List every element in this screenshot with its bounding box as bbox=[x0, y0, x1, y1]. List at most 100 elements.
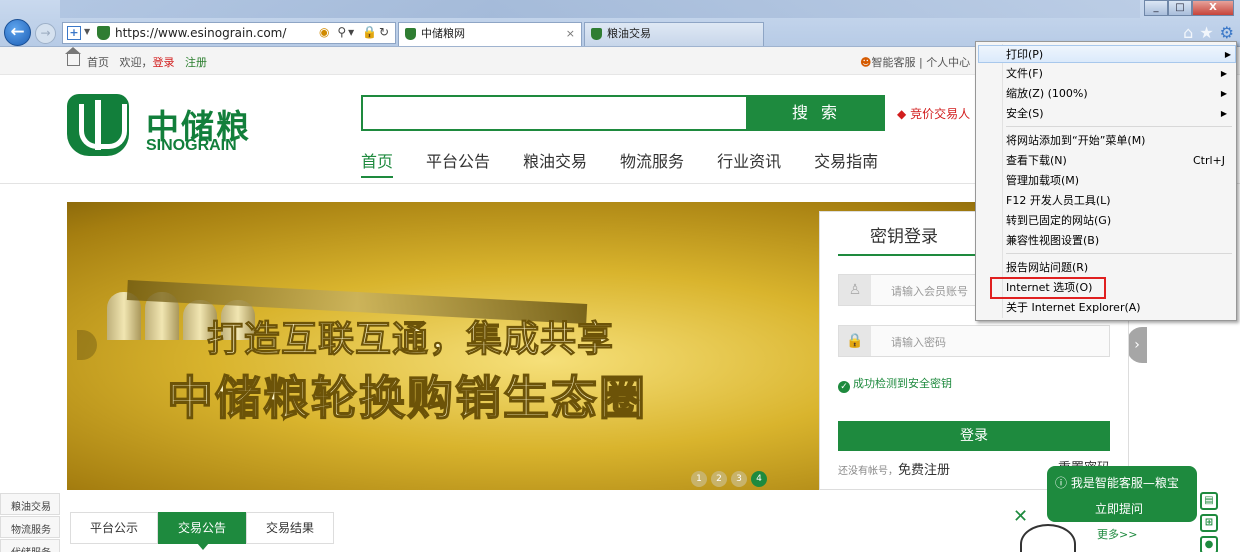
free-register-link[interactable]: 免费注册 bbox=[898, 463, 950, 478]
banner-subheadline: 中储粮轮换购销生态圈 bbox=[166, 370, 647, 426]
lock-icon[interactable]: 🔒 bbox=[362, 25, 379, 39]
menu-separator bbox=[1006, 253, 1232, 254]
menu-item-manage-addons[interactable]: 管理加载项(M) bbox=[1006, 172, 1231, 190]
side-item-grain-trade[interactable]: 粮油交易 bbox=[0, 493, 60, 515]
menu-item-file[interactable]: 文件(F) ▶ bbox=[1006, 65, 1231, 83]
service-link[interactable]: 智能客服 bbox=[871, 56, 915, 69]
address-bar[interactable]: + ▼ https://www.esinograin.com/ ◉ ⚲▾ 🔒↻ bbox=[62, 22, 396, 44]
tab-sinograin[interactable]: 中储粮网 × bbox=[398, 22, 582, 46]
menu-item-print[interactable]: 打印(P) ▶ bbox=[978, 45, 1236, 63]
logo-english[interactable]: SINOGRAIN bbox=[146, 137, 237, 155]
star-icon[interactable]: ★ bbox=[1199, 23, 1213, 42]
gear-icon[interactable]: ⚙ bbox=[1220, 23, 1234, 42]
window-controls: _ □ X bbox=[1144, 0, 1234, 16]
site-shield-icon bbox=[405, 28, 416, 40]
nav-announcements[interactable]: 平台公告 bbox=[426, 148, 490, 178]
user-center-link[interactable]: 个人中心 bbox=[926, 56, 970, 69]
tab-trade-announcement[interactable]: 交易公告 bbox=[158, 512, 246, 550]
check-icon: ✓ bbox=[838, 381, 850, 393]
tab-grain-trade[interactable]: 粮油交易 bbox=[584, 22, 764, 46]
refresh-icon[interactable]: ◉ bbox=[319, 25, 331, 39]
submenu-arrow-icon: ▶ bbox=[1224, 50, 1231, 59]
login-link[interactable]: 登录 bbox=[153, 56, 175, 69]
tab-label: 中储粮网 bbox=[421, 27, 465, 40]
address-tools[interactable]: ◉ ⚲▾ 🔒↻ bbox=[319, 25, 391, 39]
service-intro-text: 我是智能客服—粮宝 bbox=[1070, 476, 1179, 490]
cart-icon[interactable]: ⊞ bbox=[1200, 514, 1218, 532]
menu-item-zoom[interactable]: 缩放(Z) (100%) ▶ bbox=[1006, 85, 1231, 103]
robot-icon: ☻ bbox=[860, 56, 872, 69]
more-link[interactable]: 更多>> bbox=[1097, 526, 1137, 542]
tab-platform-notice[interactable]: 平台公示 bbox=[70, 512, 158, 544]
search-input[interactable] bbox=[361, 95, 748, 131]
menu-item-security[interactable]: 安全(S) ▶ bbox=[1006, 105, 1231, 123]
menu-item-view-downloads[interactable]: 查看下载(N) Ctrl+J bbox=[1006, 152, 1231, 170]
menu-item-label: 查看下载(N) bbox=[1006, 154, 1067, 167]
carousel-dot[interactable]: 1 bbox=[691, 471, 707, 487]
topbar-links: 首页 欢迎，登录 注册 bbox=[87, 54, 207, 70]
main-nav: 首页 平台公告 粮油交易 物流服务 行业资讯 交易指南 bbox=[361, 148, 911, 178]
search-icon[interactable]: ⚲ bbox=[337, 25, 348, 39]
password-field[interactable]: 🔒 请输入密码 bbox=[838, 325, 1110, 357]
home-icon[interactable] bbox=[65, 47, 81, 66]
url-text[interactable]: https://www.esinograin.com/ bbox=[115, 26, 286, 40]
lock-icon: 🔒 bbox=[839, 326, 871, 356]
menu-item-label: 文件(F) bbox=[1006, 67, 1043, 80]
close-icon[interactable]: ✕ bbox=[1013, 506, 1028, 527]
carousel-dot-active[interactable]: 4 bbox=[751, 471, 767, 487]
service-icon[interactable]: ● bbox=[1200, 536, 1218, 552]
minimize-button[interactable]: _ bbox=[1144, 0, 1168, 16]
maximize-button[interactable]: □ bbox=[1168, 0, 1192, 16]
menu-item-dev-tools[interactable]: F12 开发人员工具(L) bbox=[1006, 192, 1231, 210]
smart-service-bubble[interactable]: ⓘ 我是智能客服—粮宝 立即提问 bbox=[1047, 466, 1197, 522]
divider: | bbox=[918, 56, 923, 69]
tools-menu: 打印(P) ▶ 文件(F) ▶ 缩放(Z) (100%) ▶ 安全(S) ▶ 将网站添加… bbox=[975, 41, 1237, 321]
highlight-box bbox=[990, 277, 1106, 299]
back-button[interactable]: ← bbox=[4, 19, 31, 46]
site-shield-icon bbox=[97, 26, 110, 40]
search-button[interactable]: 搜 索 bbox=[748, 95, 885, 131]
tab-trade-results[interactable]: 交易结果 bbox=[246, 512, 334, 544]
nav-logistics[interactable]: 物流服务 bbox=[620, 148, 684, 178]
register-link[interactable]: 注册 bbox=[185, 56, 207, 69]
nav-trade-guide[interactable]: 交易指南 bbox=[814, 148, 878, 178]
ask-now-button[interactable]: 立即提问 bbox=[1095, 500, 1143, 517]
bid-trader-link[interactable]: ◆ 竞价交易人 bbox=[897, 105, 970, 122]
carousel-next-button[interactable]: › bbox=[1127, 327, 1147, 363]
account-placeholder: 请输入会员账号 bbox=[891, 285, 968, 298]
site-shield-icon bbox=[591, 28, 602, 40]
side-item-storage[interactable]: 代储服务 bbox=[0, 539, 60, 552]
menu-item-report-problem[interactable]: 报告网站问题(R) bbox=[1006, 259, 1231, 277]
menu-item-pinned-sites[interactable]: 转到已固定的网站(G) bbox=[1006, 212, 1231, 230]
add-favorite-icon[interactable]: + bbox=[67, 26, 81, 40]
carousel-dot[interactable]: 2 bbox=[711, 471, 727, 487]
close-window-button[interactable]: X bbox=[1192, 0, 1234, 16]
close-tab-icon[interactable]: × bbox=[566, 23, 575, 45]
topbar-right: ☻智能客服 | 个人中心 bbox=[860, 54, 970, 70]
home-icon[interactable]: ⌂ bbox=[1183, 23, 1193, 42]
carousel-dot[interactable]: 3 bbox=[731, 471, 747, 487]
login-button[interactable]: 登录 bbox=[838, 421, 1110, 451]
tab-label: 粮油交易 bbox=[607, 27, 651, 40]
announcement-tabs: 平台公示 交易公告 交易结果 bbox=[70, 512, 334, 550]
menu-item-about-ie[interactable]: 关于 Internet Explorer(A) bbox=[1006, 299, 1231, 317]
home-link[interactable]: 首页 bbox=[87, 56, 109, 69]
forward-button[interactable]: → bbox=[35, 23, 56, 44]
submenu-arrow-icon: ▶ bbox=[1220, 109, 1227, 118]
submenu-arrow-icon: ▶ bbox=[1220, 89, 1227, 98]
menu-separator bbox=[1006, 126, 1232, 127]
bid-icon: ◆ bbox=[897, 107, 907, 121]
right-float-buttons: ▤ ⊞ ● bbox=[1200, 492, 1218, 552]
sinograin-logo-icon[interactable] bbox=[67, 94, 129, 156]
password-placeholder: 请输入密码 bbox=[891, 336, 946, 349]
chat-icon[interactable]: ▤ bbox=[1200, 492, 1218, 510]
nav-industry-news[interactable]: 行业资讯 bbox=[717, 148, 781, 178]
reload-icon[interactable]: ↻ bbox=[379, 25, 391, 39]
chevron-down-icon[interactable]: ▼ bbox=[84, 27, 90, 36]
menu-item-compat-view[interactable]: 兼容性视图设置(B) bbox=[1006, 232, 1231, 250]
robot-mascot-icon[interactable] bbox=[1020, 524, 1076, 552]
nav-grain-trade[interactable]: 粮油交易 bbox=[523, 148, 587, 178]
nav-home[interactable]: 首页 bbox=[361, 148, 394, 178]
side-item-logistics[interactable]: 物流服务 bbox=[0, 516, 60, 538]
menu-item-add-to-start[interactable]: 将网站添加到“开始”菜单(M) bbox=[1006, 132, 1231, 150]
